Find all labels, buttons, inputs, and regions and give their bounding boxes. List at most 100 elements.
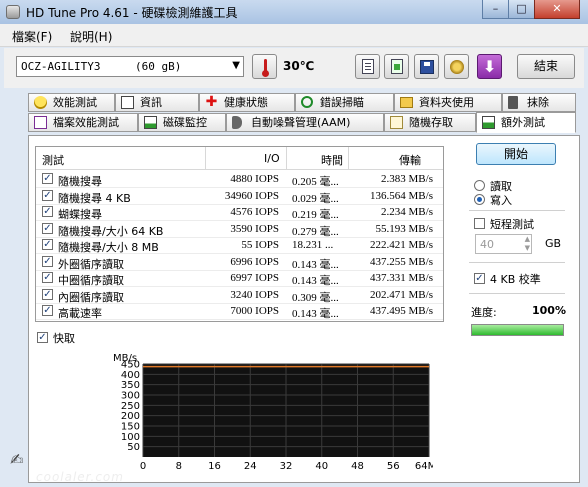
row-io: 3590 IOPS xyxy=(230,222,279,235)
row-checkbox[interactable]: ✓ xyxy=(42,206,53,217)
fast-read-checkbox[interactable]: ✓ xyxy=(37,332,48,343)
monitor-chart-icon xyxy=(144,116,157,129)
progress-bar xyxy=(471,324,564,336)
row-checkbox[interactable]: ✓ xyxy=(42,173,53,184)
tab-info[interactable]: 資訊 xyxy=(115,93,199,112)
chart-x-tick-label: 56 xyxy=(387,461,400,472)
chart-y-tick-label: 50 xyxy=(127,442,140,453)
maximize-button[interactable]: □ xyxy=(508,0,535,19)
tab-aam[interactable]: 自動噪聲管理(AAM) xyxy=(226,113,384,132)
title-bar[interactable]: HD Tune Pro 4.61 - 硬碟檢測維護工具 – □ ✕ xyxy=(0,0,588,24)
table-row[interactable]: ✓ 外圈循序讀取 6996 IOPS 0.143 毫... 437.255 MB/s xyxy=(36,254,443,271)
spin-up-icon[interactable]: ▲ xyxy=(525,235,530,243)
short-test-label: 短程測試 xyxy=(490,218,534,231)
start-button[interactable]: 開始 xyxy=(476,143,556,165)
table-header: 測試 I/O 時間 傳輸 xyxy=(36,147,443,170)
tab-random-access[interactable]: 隨機存取 xyxy=(384,113,476,132)
thermometer-icon[interactable] xyxy=(252,54,277,79)
random-access-icon xyxy=(390,116,403,129)
tab-disk-monitor[interactable]: 磁碟監控 xyxy=(138,113,226,132)
row-test-name: 高載速率 xyxy=(58,307,102,320)
row-checkbox[interactable]: ✓ xyxy=(42,288,53,300)
chart-x-tick-label: 0 xyxy=(140,461,146,472)
tab-health[interactable]: ✚ 健康狀態 xyxy=(199,93,295,112)
options-button[interactable] xyxy=(444,54,469,79)
drive-capacity: (60 gB) xyxy=(135,60,182,73)
drive-select[interactable]: OCZ-AGILITY3 (60 gB) ▼ xyxy=(16,56,244,77)
short-test-unit: GB xyxy=(545,237,562,250)
progress-label: 進度: xyxy=(471,306,497,319)
row-checkbox[interactable]: ✓ xyxy=(42,305,53,316)
copy-icon xyxy=(362,59,374,74)
row-throughput: 136.564 MB/s xyxy=(370,189,433,202)
write-radio[interactable] xyxy=(474,194,485,205)
chart-x-tick-label: 48 xyxy=(351,461,364,472)
tab-erase[interactable]: 抹除 xyxy=(502,93,576,112)
table-row[interactable]: ✓ 隨機搜尋/大小 64 KB 3590 IOPS 0.279 毫... 55.193 … xyxy=(36,221,443,238)
exit-button[interactable]: 結束 xyxy=(517,54,575,79)
divider xyxy=(469,210,565,211)
row-checkbox[interactable]: ✓ xyxy=(42,255,53,267)
row-throughput: 437.255 MB/s xyxy=(370,255,433,268)
row-throughput: 55.193 MB/s xyxy=(375,222,433,235)
table-row[interactable]: ✓ 中圈循序讀取 6997 IOPS 0.143 毫... 437.331 MB/s xyxy=(36,270,443,287)
row-throughput: 437.495 MB/s xyxy=(370,305,433,317)
row-throughput: 2.383 MB/s xyxy=(381,173,433,185)
copy-info-button[interactable] xyxy=(355,54,380,79)
table-row[interactable]: ✓ 蝴蝶搜尋 4576 IOPS 0.219 毫... 2.234 MB/s xyxy=(36,204,443,221)
tab-benchmark[interactable]: 效能測試 xyxy=(28,93,115,112)
row-throughput: 437.331 MB/s xyxy=(370,272,433,284)
watermark-logo: ✍ xyxy=(10,450,24,469)
table-row[interactable]: ✓ 高載速率 7000 IOPS 0.143 毫... 437.495 MB/s xyxy=(36,303,443,320)
bulb-icon xyxy=(34,96,47,109)
speaker-icon xyxy=(232,116,242,129)
row-throughput: 222.421 MB/s xyxy=(370,239,433,251)
menu-file[interactable]: 檔案(F) xyxy=(12,28,52,45)
divider xyxy=(469,293,565,294)
download-button[interactable]: ⬇ xyxy=(477,54,502,79)
row-throughput: 2.234 MB/s xyxy=(381,206,433,218)
row-io: 6996 IOPS xyxy=(230,255,279,268)
row-throughput: 202.471 MB/s xyxy=(370,288,433,301)
align-4kb-checkbox[interactable]: ✓ xyxy=(474,273,485,284)
copy-all-button[interactable] xyxy=(384,54,409,79)
minimize-button[interactable]: – xyxy=(482,0,509,19)
temperature-readout: 30℃ xyxy=(283,59,315,73)
row-checkbox[interactable]: ✓ xyxy=(42,239,53,250)
save-button[interactable] xyxy=(414,54,439,79)
info-icon xyxy=(121,96,134,109)
progress-fill xyxy=(472,325,563,335)
col-throughput: 傳輸 xyxy=(399,154,421,167)
short-test-checkbox[interactable] xyxy=(474,218,485,229)
row-io: 55 IOPS xyxy=(241,239,279,251)
tab-strip: 效能測試 資訊 ✚ 健康狀態 錯誤掃瞄 資料夾使用 抹除 檔案效能測試 磁碟監控… xyxy=(28,93,576,135)
tab-extra-tests[interactable]: 額外測試 xyxy=(476,112,576,133)
row-io: 4880 IOPS xyxy=(230,173,279,185)
tab-error-scan[interactable]: 錯誤掃瞄 xyxy=(295,93,394,112)
toolbar: OCZ-AGILITY3 (60 gB) ▼ 30℃ ⬇ 結束 xyxy=(4,48,584,88)
menu-help[interactable]: 說明(H) xyxy=(70,28,112,45)
short-test-size-stepper[interactable]: 40 ▲ ▼ xyxy=(475,234,532,254)
table-row[interactable]: ✓ 隨機搜尋 4880 IOPS 0.205 毫... 2.383 MB/s xyxy=(36,171,443,188)
table-row[interactable]: ✓ 隨機搜尋/大小 8 MB 55 IOPS 18.231 ... 222.421 MB… xyxy=(36,237,443,254)
app-icon xyxy=(6,5,20,19)
chart-x-tick-label: 24 xyxy=(244,461,257,472)
magnifier-icon xyxy=(301,96,313,108)
read-radio[interactable] xyxy=(474,180,485,191)
close-button[interactable]: ✕ xyxy=(534,0,580,19)
trash-icon xyxy=(508,96,518,109)
row-checkbox[interactable]: ✓ xyxy=(42,189,53,201)
chart-x-tick-label: 8 xyxy=(176,461,182,472)
table-row[interactable]: ✓ 隨機搜尋 4 KB 34960 IOPS 0.029 毫... 136.564 MB… xyxy=(36,188,443,205)
chart-x-tick-label: 64MB xyxy=(415,461,433,472)
tab-file-benchmark[interactable]: 檔案效能測試 xyxy=(28,113,138,132)
row-time: 0.143 毫... xyxy=(292,308,339,320)
window-title: HD Tune Pro 4.61 - 硬碟檢測維護工具 xyxy=(26,6,238,20)
spin-down-icon[interactable]: ▼ xyxy=(525,244,530,252)
table-row[interactable]: ✓ 內圈循序讀取 3240 IOPS 0.309 毫... 202.471 MB/s xyxy=(36,287,443,304)
divider xyxy=(469,262,565,263)
drive-name: OCZ-AGILITY3 xyxy=(21,60,101,73)
row-checkbox[interactable]: ✓ xyxy=(42,272,53,283)
tab-folder-usage[interactable]: 資料夾使用 xyxy=(394,93,502,112)
row-checkbox[interactable]: ✓ xyxy=(42,222,53,234)
